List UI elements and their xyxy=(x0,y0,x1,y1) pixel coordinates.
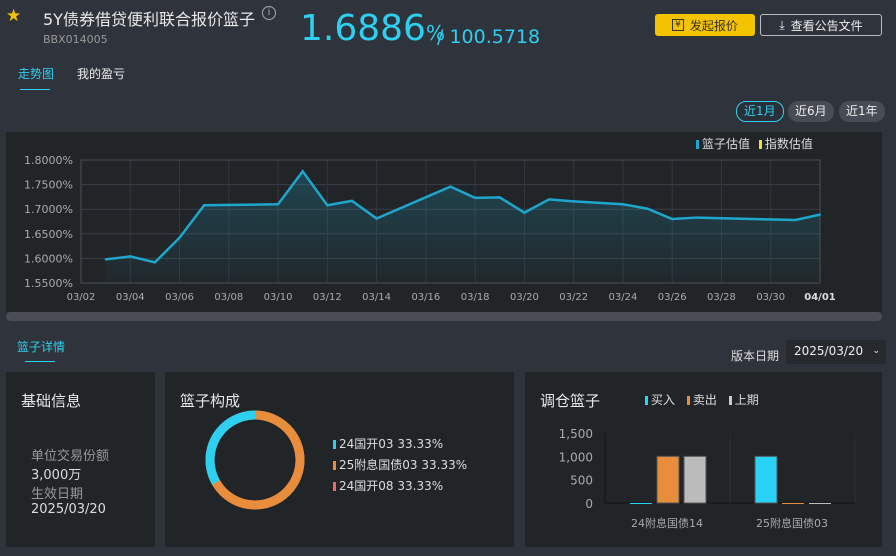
data-point xyxy=(301,170,304,173)
range-1y[interactable]: 近1年 xyxy=(839,101,885,122)
y-tick-label: 1,500 xyxy=(559,427,593,441)
basic-info-card: 基础信息 单位交易份额 3,000万 生效日期 2025/03/20 xyxy=(6,372,155,547)
x-tick-label: 25附息国债03 xyxy=(756,516,828,530)
data-point xyxy=(794,219,797,222)
data-point xyxy=(350,199,353,202)
rate-value: 1.6886% xyxy=(300,8,445,49)
data-point xyxy=(523,211,526,214)
x-tick-label: 03/24 xyxy=(609,292,638,303)
x-tick-label: 24附息国债14 xyxy=(631,516,703,530)
data-point xyxy=(203,204,206,207)
x-tick-label: 03/28 xyxy=(707,292,736,303)
data-point xyxy=(671,218,674,221)
basket-title: 5Y债券借贷便利联合报价篮子 xyxy=(43,10,255,29)
y-tick-label: 500 xyxy=(570,474,593,488)
chart-scrollbar[interactable] xyxy=(6,312,882,321)
data-point xyxy=(819,213,821,216)
data-point xyxy=(104,258,107,261)
bar-买入 xyxy=(630,503,652,504)
data-point xyxy=(277,203,280,206)
chevron-down-icon: ⌄ xyxy=(872,346,880,356)
x-tick-label: 04/01 xyxy=(804,292,836,303)
x-tick-label: 03/26 xyxy=(658,292,687,303)
x-tick-label: 03/20 xyxy=(510,292,539,303)
y-tick-label: 1.6500% xyxy=(24,228,73,241)
rebalance-card: 调仓篮子 买入 卖出 上期 0 500 1,000 1,500 24附息国债14 25附息… xyxy=(525,372,882,547)
legend-item: 25附息国债03 33.33% xyxy=(333,455,467,476)
range-1m[interactable]: 近1月 xyxy=(736,101,784,122)
x-tick-label: 03/18 xyxy=(461,292,490,303)
download-icon: ⤓ xyxy=(779,17,785,32)
trend-line-chart: 1.5500% 1.6000% 1.6500% 1.7000% 1.7500% 1.800… xyxy=(24,154,836,303)
data-point xyxy=(695,216,698,219)
version-label: 版本日期 xyxy=(731,349,780,363)
composition-card: 篮子构成 24国开03 33.33% 25附息国债03 33.33% 24国开0… xyxy=(165,372,514,547)
data-point xyxy=(621,203,624,206)
data-point xyxy=(548,198,551,201)
tab-underline xyxy=(20,89,50,90)
composition-donut xyxy=(203,408,307,512)
effective-date-value: 2025/03/20 xyxy=(31,502,106,517)
card-title: 基础信息 xyxy=(21,392,82,410)
trend-chart-panel: 篮子估值 指数估值 1.5500% 1.6000% 1.6500% 1.7000% 1.… xyxy=(6,132,882,312)
unit-label: 单位交易份额 xyxy=(31,449,110,464)
bar-卖出 xyxy=(656,455,680,504)
x-tick-label: 03/14 xyxy=(362,292,391,303)
y-tick-label: 1.5500% xyxy=(24,277,73,290)
bar-卖出 xyxy=(782,503,804,504)
y-tick-label: 1.7000% xyxy=(24,203,73,216)
version-date-select[interactable]: 2025/03/20 ⌄ xyxy=(786,340,886,364)
view-doc-button[interactable]: ⤓ 查看公告文件 xyxy=(760,14,882,36)
yen-icon: ¥ xyxy=(672,19,684,31)
unit-value: 3,000万 xyxy=(31,468,82,483)
x-tick-label: 03/02 xyxy=(67,292,96,303)
legend-item: 24国开08 33.33% xyxy=(333,476,467,497)
y-tick-label: 0 xyxy=(585,497,593,511)
data-point xyxy=(646,207,649,210)
bar-上期 xyxy=(809,503,831,504)
x-tick-label: 03/30 xyxy=(756,292,785,303)
y-tick-label: 1.6000% xyxy=(24,252,73,265)
tab-underline xyxy=(25,361,55,362)
legend-item: 24国开03 33.33% xyxy=(333,434,467,455)
data-point xyxy=(474,196,477,199)
x-tick-label: 03/22 xyxy=(559,292,588,303)
x-tick-label: 03/04 xyxy=(116,292,145,303)
data-point xyxy=(326,204,329,207)
tab-pnl[interactable]: 我的盈亏 xyxy=(77,65,125,82)
area-fill xyxy=(105,171,821,283)
y-tick-label: 1.7500% xyxy=(24,179,73,192)
quote-button[interactable]: ¥ 发起报价 xyxy=(655,14,755,36)
info-icon[interactable]: i xyxy=(262,6,276,20)
data-point xyxy=(178,236,181,239)
range-6m[interactable]: 近6月 xyxy=(788,101,834,122)
data-point xyxy=(449,185,452,188)
composition-legend: 24国开03 33.33% 25附息国债03 33.33% 24国开08 33.… xyxy=(333,434,467,497)
tab-basket-detail[interactable]: 篮子详情 xyxy=(17,338,65,355)
bar-买入 xyxy=(754,455,778,504)
x-tick-label: 03/10 xyxy=(264,292,293,303)
y-tick-label: 1,000 xyxy=(559,450,593,464)
data-point xyxy=(129,255,132,258)
price-value: / 100.5718 xyxy=(437,26,541,48)
bar-上期 xyxy=(683,455,707,504)
slice-24gk03[interactable] xyxy=(203,408,307,512)
basket-code: BBX014005 xyxy=(43,33,108,46)
tab-trend[interactable]: 走势图 xyxy=(18,65,54,82)
data-point xyxy=(153,261,156,264)
x-tick-label: 03/12 xyxy=(313,292,342,303)
data-point xyxy=(375,217,378,220)
y-tick-label: 1.8000% xyxy=(24,154,73,167)
x-tick-label: 03/16 xyxy=(411,292,440,303)
data-point xyxy=(572,200,575,203)
effective-date-label: 生效日期 xyxy=(31,487,84,502)
x-tick-label: 03/08 xyxy=(214,292,243,303)
data-point xyxy=(498,196,501,199)
favorite-star-icon[interactable]: ★ xyxy=(6,6,21,26)
rebalance-bar-chart: 0 500 1,000 1,500 24附息国债14 25附息国债03 xyxy=(559,427,856,530)
x-tick-label: 03/06 xyxy=(165,292,194,303)
